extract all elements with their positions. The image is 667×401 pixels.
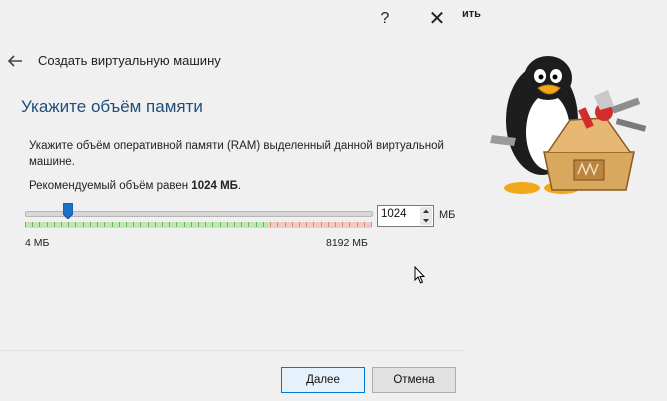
- slider-tick: [198, 222, 199, 227]
- memory-description: Укажите объём оперативной памяти (RAM) в…: [29, 140, 444, 168]
- slider-tick: [255, 222, 257, 227]
- wizard-title: Создать виртуальную машину: [38, 53, 221, 68]
- slider-tick: [53, 222, 55, 227]
- create-vm-dialog: ? ✕ Создать виртуальную машину Укажите о…: [0, 0, 464, 401]
- back-arrow-icon[interactable]: [6, 52, 24, 70]
- memory-value-input[interactable]: [381, 208, 417, 220]
- slider-tick: [342, 222, 344, 227]
- slider-tick: [241, 222, 243, 227]
- slider-tick: [125, 222, 127, 227]
- slider-tick: [284, 222, 286, 227]
- slider-tick: [356, 222, 358, 227]
- slider-tick: [327, 222, 329, 227]
- next-button[interactable]: Далее: [281, 367, 365, 393]
- slider-max-label: 8192 МБ: [326, 237, 368, 249]
- recommended-memory-text: Рекомендуемый объём равен 1024 МБ.: [29, 180, 241, 192]
- slider-tick: [25, 222, 26, 227]
- page-heading: Укажите объём памяти: [21, 97, 203, 116]
- slider-tick: [212, 222, 214, 227]
- slider-tick: [169, 222, 171, 227]
- recommendation-prefix: Рекомендуемый объём равен: [29, 180, 192, 192]
- slider-tick: [61, 222, 63, 227]
- slider-track: [25, 211, 373, 217]
- recommendation-value: 1024 МБ: [191, 180, 238, 192]
- close-button[interactable]: ✕: [424, 6, 450, 32]
- slider-min-label: 4 МБ: [25, 237, 50, 249]
- slider-tick: [306, 222, 308, 227]
- slider-tick: [291, 222, 293, 227]
- slider-tick: [147, 222, 149, 227]
- slider-tick: [248, 222, 250, 227]
- memory-slider[interactable]: [25, 203, 373, 229]
- slider-tick: [334, 222, 336, 227]
- slider-tick: [320, 222, 322, 227]
- slider-tick: [176, 222, 178, 227]
- slider-tick: [262, 222, 264, 227]
- dialog-footer: Далее Отмена: [0, 350, 464, 401]
- slider-tick: [226, 222, 228, 227]
- slider-tick: [349, 222, 351, 227]
- slider-tick: [277, 222, 279, 227]
- slider-tick: [104, 222, 106, 227]
- slider-tick: [371, 222, 372, 227]
- slider-tick: [111, 222, 113, 227]
- memory-unit-label: МБ: [439, 209, 456, 221]
- memory-spinbox[interactable]: [377, 205, 434, 227]
- slider-tick: [89, 222, 91, 227]
- background-window-text: ить: [462, 8, 481, 20]
- help-button[interactable]: ?: [372, 6, 398, 32]
- slider-tick: [32, 222, 34, 227]
- penguin-toolbox-illustration: [490, 56, 647, 194]
- recommendation-suffix: .: [237, 180, 242, 192]
- slider-tick: [46, 222, 48, 227]
- slider-tick: [39, 222, 41, 227]
- spin-buttons: [420, 207, 432, 225]
- slider-tick: [190, 222, 192, 227]
- slider-tick: [154, 222, 156, 227]
- slider-tick: [234, 222, 236, 227]
- spin-down-icon[interactable]: [420, 216, 432, 225]
- slider-tick: [313, 222, 315, 227]
- slider-tick: [68, 222, 70, 227]
- slider-tick: [75, 222, 77, 227]
- slider-tick: [118, 222, 120, 227]
- spin-up-icon[interactable]: [420, 207, 432, 216]
- slider-tick: [97, 222, 99, 227]
- slider-tick: [363, 222, 365, 227]
- slider-tick: [183, 222, 185, 227]
- mouse-pointer-icon: [414, 266, 426, 284]
- slider-tick: [219, 222, 221, 227]
- slider-tick: [140, 222, 142, 227]
- slider-tick: [298, 222, 300, 227]
- slider-ticks: [25, 222, 372, 228]
- slider-tick: [205, 222, 207, 227]
- slider-tick: [161, 222, 163, 227]
- slider-tick: [270, 222, 272, 227]
- slider-tick: [133, 222, 135, 227]
- slider-thumb[interactable]: [63, 203, 74, 219]
- cancel-button[interactable]: Отмена: [372, 367, 456, 393]
- slider-tick: [82, 222, 84, 227]
